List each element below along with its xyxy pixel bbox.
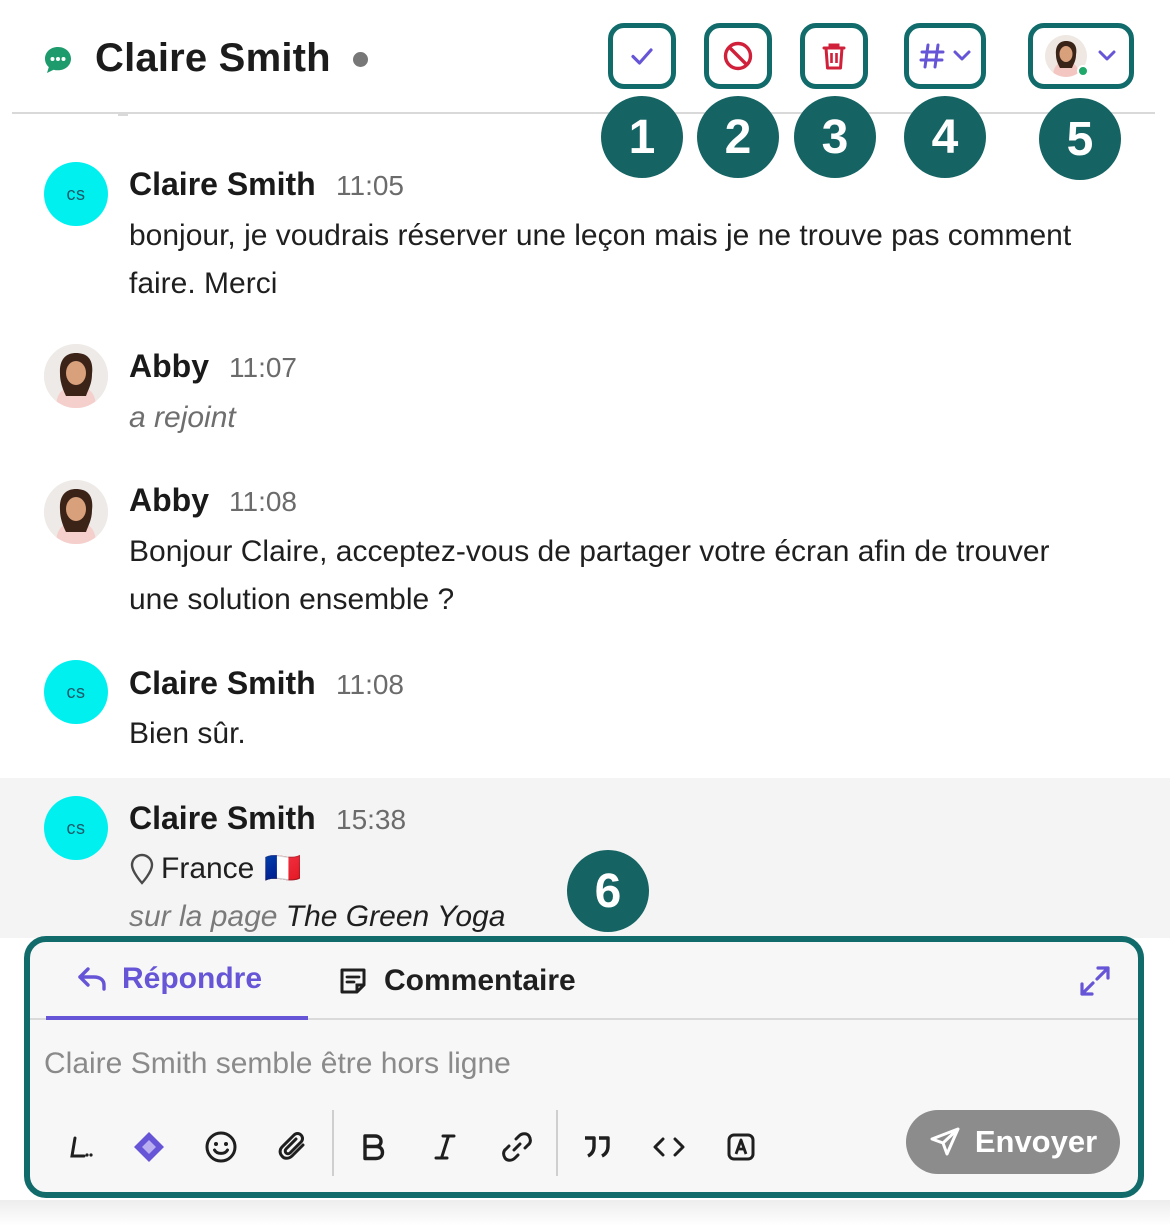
message-composer: Répondre Commentaire Claire Smith semble… (24, 936, 1144, 1198)
message-time: 11:08 (336, 669, 404, 700)
avatar: cs (44, 796, 108, 860)
variable-button[interactable] (716, 1122, 766, 1172)
avatar: cs (44, 660, 108, 724)
chevron-down-icon (953, 50, 971, 61)
message-author: Abby (129, 482, 209, 518)
composer-toolbar: Envoyer (30, 1110, 1138, 1186)
ai-assist-button[interactable] (124, 1122, 174, 1172)
chevron-down-icon (1098, 50, 1116, 61)
avatar: cs (44, 162, 108, 226)
emoji-button[interactable] (196, 1122, 246, 1172)
message-input[interactable] (44, 1042, 1104, 1086)
tab-comment-label: Commentaire (384, 964, 576, 997)
variable-icon (727, 1133, 755, 1161)
message-author: Claire Smith (129, 800, 316, 836)
toolbar-divider (332, 1110, 334, 1176)
map-pin-icon (130, 853, 154, 885)
callout-badge: 5 (1039, 98, 1121, 180)
bold-icon (363, 1134, 385, 1161)
toolbar-divider (556, 1110, 558, 1176)
bold-button[interactable] (348, 1122, 398, 1172)
emoji-icon (205, 1131, 237, 1163)
attach-button[interactable] (268, 1122, 318, 1172)
hash-icon (919, 43, 945, 69)
message-author: Abby (129, 348, 209, 384)
shortcut-button[interactable] (56, 1122, 106, 1172)
page-name[interactable]: The Green Yoga (286, 900, 506, 933)
system-event-text: a rejoint (129, 401, 236, 434)
message-author: Claire Smith (129, 665, 316, 701)
page-prefix: sur la page (129, 900, 278, 933)
message-text: bonjour, je voudrais réserver une leçon … (129, 219, 1072, 300)
trash-icon (822, 43, 846, 70)
expand-button[interactable] (1078, 964, 1112, 1003)
ai-icon (134, 1132, 164, 1162)
message-time: 11:05 (336, 170, 404, 201)
code-button[interactable] (644, 1122, 694, 1172)
note-icon (340, 968, 366, 994)
message-author: Claire Smith (129, 166, 316, 202)
location-country: France (161, 852, 255, 885)
callout-badge: 4 (904, 96, 986, 178)
delete-button[interactable] (800, 23, 868, 89)
conversation-title: Claire Smith (95, 36, 331, 80)
callout-badge: 2 (697, 96, 779, 178)
send-icon (930, 1127, 960, 1156)
avatar (44, 480, 108, 544)
resolve-button[interactable] (608, 23, 676, 89)
expand-icon (1080, 966, 1110, 996)
callout-badge: 6 (567, 850, 649, 932)
quote-button[interactable] (572, 1122, 622, 1172)
italic-button[interactable] (420, 1122, 470, 1172)
link-button[interactable] (492, 1122, 542, 1172)
link-icon (502, 1132, 532, 1162)
check-icon (631, 48, 653, 65)
online-status-dot (1077, 65, 1089, 77)
message-time: 15:38 (336, 804, 407, 835)
block-icon (723, 41, 753, 71)
agent-avatar (1045, 35, 1089, 77)
tab-comment[interactable]: Commentaire (338, 942, 576, 1020)
attachment-icon (278, 1132, 305, 1160)
country-flag: 🇫🇷 (264, 852, 302, 885)
shortcut-icon (70, 1136, 93, 1158)
tab-reply[interactable]: Répondre (46, 942, 308, 1020)
tab-reply-label: Répondre (122, 962, 263, 995)
code-icon (653, 1137, 685, 1157)
italic-icon (434, 1134, 456, 1160)
send-label: Envoyer (974, 1124, 1098, 1159)
avatar (44, 344, 108, 408)
page-bottom-edge (0, 1200, 1170, 1226)
callout-badge: 1 (601, 96, 683, 178)
block-button[interactable] (704, 23, 772, 89)
message-time: 11:07 (229, 352, 297, 383)
tag-dropdown-button[interactable] (904, 23, 986, 89)
assignee-dropdown-button[interactable] (1028, 23, 1134, 89)
message-text: Bonjour Claire, acceptez-vous de partage… (129, 535, 1050, 616)
chat-bubble-icon (45, 47, 71, 73)
callout-badge: 3 (794, 96, 876, 178)
message-time: 11:08 (229, 486, 297, 517)
composer-tabs: Répondre Commentaire (30, 942, 1138, 1020)
quote-icon (585, 1136, 610, 1158)
header-divider-mark (118, 112, 128, 116)
reply-icon (78, 967, 106, 991)
send-button[interactable]: Envoyer (906, 1110, 1120, 1174)
offline-status-dot (353, 52, 368, 67)
message-text: Bien sûr. (129, 717, 246, 750)
